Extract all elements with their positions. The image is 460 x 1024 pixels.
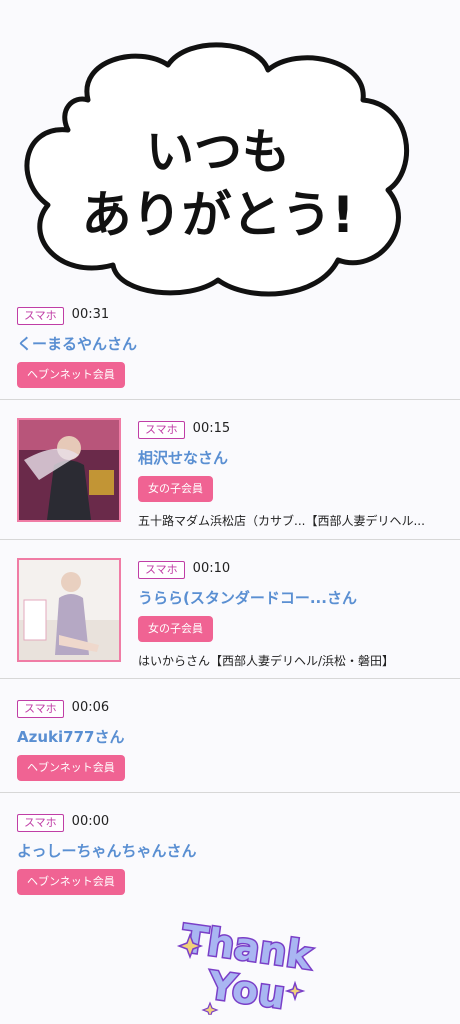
device-badge: スマホ <box>17 307 64 325</box>
page: いつも ありがとう! スマホ 00:31 くーまるやんさん ヘブンネット会員 ス… <box>0 0 460 1024</box>
list-item[interactable]: スマホ 00:15 相沢せなさん 女の子会員 五十路マダム浜松店（カサブ...【西… <box>0 400 460 540</box>
list-item[interactable]: スマホ 00:31 くーまるやんさん ヘブンネット会員 <box>0 296 460 400</box>
visit-time: 00:31 <box>71 307 110 322</box>
visit-time: 00:06 <box>71 700 110 715</box>
member-type-badge: 女の子会員 <box>138 476 213 502</box>
device-badge: スマホ <box>138 421 185 439</box>
svg-text:いつも: いつも <box>146 124 290 180</box>
device-badge: スマホ <box>138 561 185 579</box>
svg-text:ありがとう!: ありがとう! <box>82 186 355 244</box>
list-item[interactable]: スマホ 00:00 よっしーちゃんちゃんさん ヘブンネット会員 <box>0 793 460 903</box>
device-badge: スマホ <box>17 700 64 718</box>
visitor-name[interactable]: よっしーちゃんちゃんさん <box>17 840 197 861</box>
visitor-avatar[interactable] <box>17 558 121 662</box>
member-type-badge: ヘブンネット会員 <box>17 869 125 895</box>
member-type-badge: 女の子会員 <box>138 616 213 642</box>
member-type-badge: ヘブンネット会員 <box>17 362 125 388</box>
visitor-name[interactable]: 相沢せなさん <box>138 447 440 468</box>
visitor-name[interactable]: くーまるやんさん <box>17 333 137 354</box>
thanks-bubble-image: いつも ありがとう! <box>18 40 418 300</box>
shop-name[interactable]: 五十路マダム浜松店（カサブ...【西部人妻デリヘル... <box>138 512 440 529</box>
visitor-list: スマホ 00:31 くーまるやんさん ヘブンネット会員 スマホ 00:15 相沢せな <box>0 296 460 903</box>
thank-you-image: Thank You <box>170 915 320 1019</box>
visit-time: 00:15 <box>192 421 231 436</box>
member-type-badge: ヘブンネット会員 <box>17 755 125 781</box>
list-item[interactable]: スマホ 00:10 うらら(スタンダードコー...さん 女の子会員 はいからさん【… <box>0 540 460 679</box>
visitor-name[interactable]: Azuki777さん <box>17 726 125 747</box>
shop-name[interactable]: はいからさん【西部人妻デリヘル/浜松・磐田】 <box>138 652 440 669</box>
visitor-name[interactable]: うらら(スタンダードコー...さん <box>138 587 440 608</box>
device-badge: スマホ <box>17 814 64 832</box>
visit-time: 00:10 <box>192 561 231 576</box>
visit-time: 00:00 <box>71 814 110 829</box>
visitor-avatar[interactable] <box>17 418 121 522</box>
list-item[interactable]: スマホ 00:06 Azuki777さん ヘブンネット会員 <box>0 679 460 793</box>
